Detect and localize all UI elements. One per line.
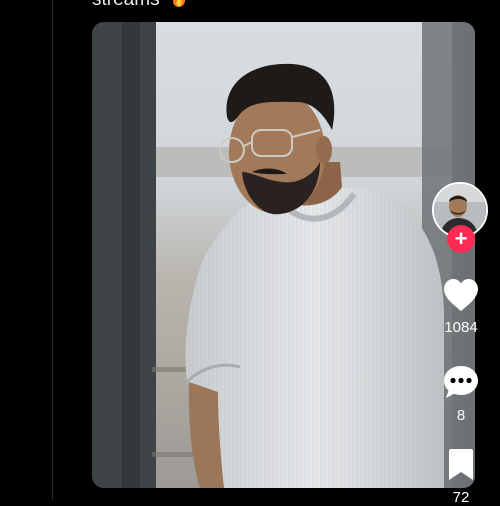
post-caption: streams [92,0,187,12]
post-media-image[interactable] [92,22,475,488]
like-count: 1084 [444,319,478,336]
comment-button[interactable]: 8 [430,364,492,424]
heart-icon [444,279,478,311]
comment-bubble-icon [444,366,478,398]
save-count: 72 [452,489,470,506]
save-button[interactable]: 72 [430,448,492,506]
caption-text: streams [92,0,160,10]
comment-count: 8 [456,407,466,424]
feed-left-divider [52,0,53,500]
follow-plus-button[interactable]: + [447,225,475,253]
bookmark-icon [449,449,473,480]
like-button[interactable]: 1084 [430,278,492,336]
fire-icon [171,0,187,7]
